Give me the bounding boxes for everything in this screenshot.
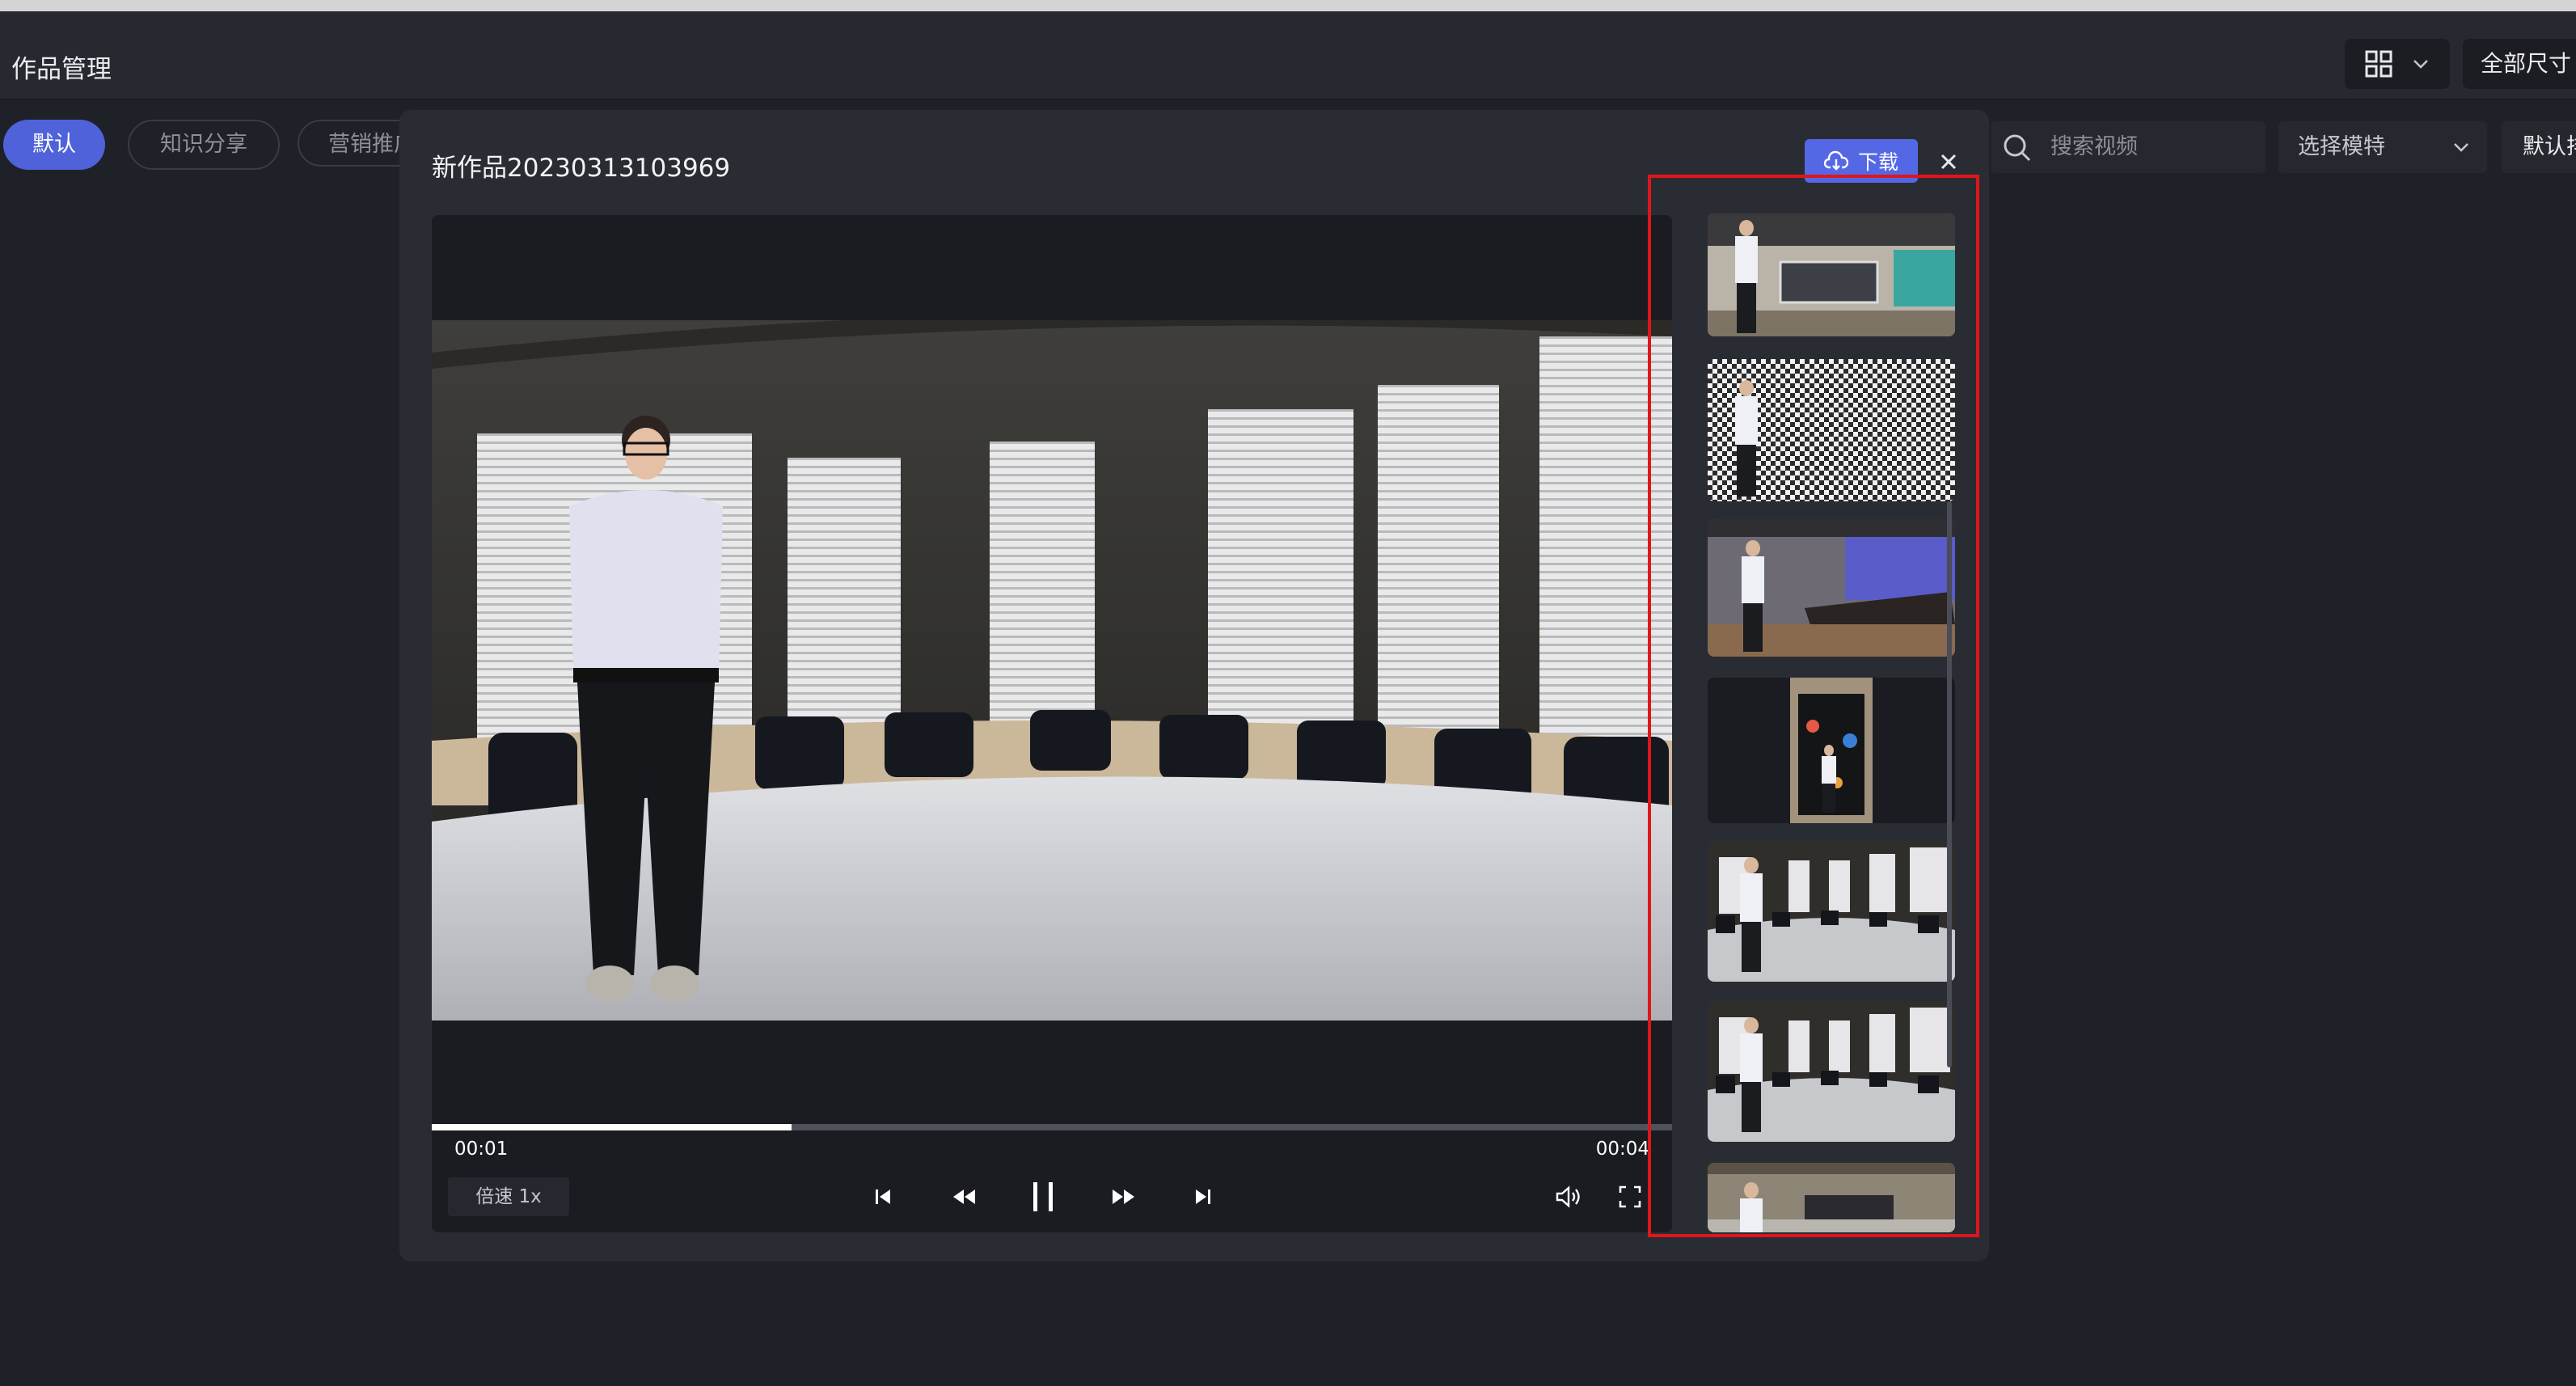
app-header: 作品管理 全部尺寸 (0, 11, 2576, 100)
fast-forward-icon (1113, 1190, 1134, 1204)
model-select-label: 选择模特 (2298, 134, 2385, 159)
search-placeholder: 搜索视频 (2050, 134, 2138, 159)
annotation-highlight-box (1648, 175, 1979, 1237)
fullscreen-icon (1619, 1185, 1641, 1208)
sort-select[interactable]: 默认排序 (2502, 121, 2576, 173)
speed-button[interactable]: 倍速 1x (448, 1177, 569, 1216)
volume-button[interactable] (1551, 1179, 1586, 1215)
browser-top-strip (0, 0, 2576, 11)
total-time: 00:04 (1595, 1139, 1649, 1160)
volume-icon (1556, 1185, 1580, 1208)
video-frame (432, 320, 1672, 1020)
video-player[interactable]: 00:01 00:04 倍速 1x (432, 215, 1672, 1232)
view-toggle[interactable] (2345, 39, 2450, 89)
search-icon (2004, 134, 2031, 162)
rewind-icon (953, 1190, 975, 1204)
skip-back-icon (876, 1190, 890, 1204)
fullscreen-button[interactable] (1612, 1179, 1648, 1215)
category-default[interactable]: 默认 (3, 120, 105, 170)
cloud-download-icon (1823, 150, 1848, 171)
pause-icon (1033, 1182, 1053, 1211)
skip-forward-button[interactable] (1185, 1179, 1221, 1215)
search-input[interactable]: 搜索视频 (1991, 121, 2266, 173)
progress-fill (432, 1124, 792, 1130)
skip-back-button[interactable] (865, 1179, 901, 1215)
skip-forward-icon (1196, 1190, 1210, 1204)
fast-forward-button[interactable] (1106, 1179, 1142, 1215)
chevron-down-icon (2454, 143, 2468, 152)
grid-icon (2365, 50, 2392, 78)
progress-bar[interactable] (432, 1124, 1672, 1130)
close-icon[interactable] (1932, 146, 1965, 178)
pause-button[interactable] (1025, 1179, 1061, 1215)
current-time: 00:01 (454, 1139, 509, 1160)
page-title: 作品管理 (11, 55, 112, 84)
rewind-button[interactable] (946, 1179, 982, 1215)
modal-title: 新作品20230313103969 (432, 154, 731, 183)
model-select[interactable]: 选择模特 (2278, 121, 2487, 173)
download-label: 下载 (1857, 150, 1898, 174)
category-knowledge-share[interactable]: 知识分享 (128, 120, 280, 170)
size-filter[interactable]: 全部尺寸 (2463, 39, 2576, 89)
chevron-down-icon (2413, 60, 2428, 69)
